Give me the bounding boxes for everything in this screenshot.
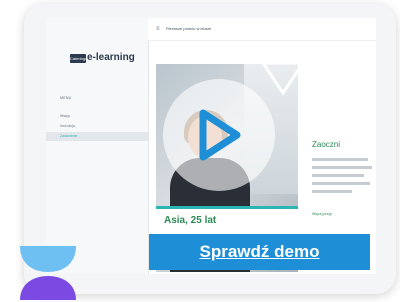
logo: Cateringowe e-learning bbox=[70, 52, 135, 63]
hamburger-icon[interactable]: ≡ bbox=[156, 26, 160, 32]
text-line bbox=[312, 182, 370, 185]
read-more-link[interactable]: Więcej przyp bbox=[312, 212, 332, 216]
menu-title: MENU bbox=[60, 96, 72, 100]
demo-button-label: Sprawdź demo bbox=[199, 242, 320, 261]
text-line bbox=[312, 174, 364, 177]
logo-text: e-learning bbox=[87, 52, 135, 63]
page-title: Pierwsze pomoc w biurze bbox=[166, 26, 212, 31]
sidebar-item-zadanienie[interactable]: Zadanienie bbox=[46, 132, 148, 141]
sidebar-item-wstep[interactable]: Wstęp bbox=[46, 112, 148, 121]
brand-shape-icon bbox=[20, 246, 76, 300]
text-line bbox=[312, 158, 368, 161]
topbar: ≡ Pierwsze pomoc w biurze bbox=[148, 18, 376, 41]
caption-name: Asia, 25 lat bbox=[164, 215, 217, 226]
logo-badge: Cateringowe bbox=[70, 54, 93, 63]
text-line bbox=[312, 166, 372, 169]
text-line bbox=[312, 190, 352, 193]
decorative-triangles bbox=[260, 61, 366, 116]
demo-button[interactable]: Sprawdź demo bbox=[149, 234, 370, 270]
play-icon bbox=[199, 109, 241, 161]
right-panel-title: Zaoczni bbox=[312, 140, 341, 149]
right-panel: Zaoczni Więcej przyp bbox=[306, 130, 376, 240]
sidebar: Cateringowe e-learning MENU Wstęp Instru… bbox=[46, 18, 149, 274]
play-button[interactable] bbox=[163, 79, 275, 191]
sidebar-item-instrukcja[interactable]: Instrukcja bbox=[46, 122, 148, 131]
